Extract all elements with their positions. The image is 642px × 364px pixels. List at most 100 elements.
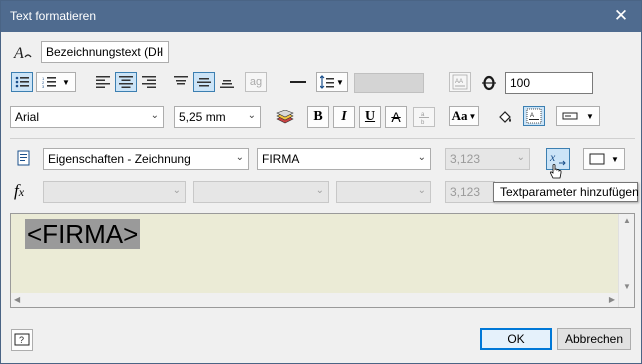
text-case-icon: Aa xyxy=(451,108,468,123)
fill-color-button[interactable] xyxy=(494,107,516,127)
caret-down-icon: ▼ xyxy=(336,77,344,87)
rotate-icon[interactable] xyxy=(480,74,498,92)
tooltip-text: Textparameter hinzufügen xyxy=(500,185,639,199)
scroll-up-icon[interactable]: ▲ xyxy=(623,216,631,225)
text-format-dialog: Text formatieren ✕ A Bezeichnungstext (D… xyxy=(0,0,642,364)
window-title: Text formatieren xyxy=(10,9,97,23)
property-category-value: Eigenschaften - Zeichnung xyxy=(48,152,191,166)
hand-cursor-icon xyxy=(549,164,563,182)
valign-bottom-icon xyxy=(220,80,234,88)
valign-middle-button[interactable] xyxy=(193,72,215,92)
caret-down-icon: ▼ xyxy=(468,111,477,121)
property-category-select[interactable]: Eigenschaften - Zeichnung ⌄ xyxy=(43,148,249,170)
function-select[interactable]: ⌄ xyxy=(193,181,329,203)
percent-input[interactable]: 100 xyxy=(505,72,593,94)
chevron-down-icon: ⌄ xyxy=(150,110,159,121)
precision-value: 3,123 xyxy=(450,152,481,166)
svg-text:A: A xyxy=(530,113,534,119)
function-category-select[interactable]: ⌄ xyxy=(43,181,186,203)
align-left-icon xyxy=(96,76,110,88)
italic-button[interactable]: I xyxy=(333,106,355,128)
font-size-select[interactable]: 5,25 mm ⌄ xyxy=(174,106,261,128)
tooltip: Textparameter hinzufügen xyxy=(493,182,639,202)
cancel-button[interactable]: Abbrechen xyxy=(557,328,631,350)
valign-bottom-button[interactable] xyxy=(216,72,238,92)
property-icon xyxy=(16,150,32,166)
stretch-text-button[interactable]: AA xyxy=(449,72,471,92)
case-dropdown[interactable]: Aa ▼ xyxy=(449,106,479,126)
caret-down-icon: ▼ xyxy=(62,77,70,87)
frame-style-icon xyxy=(589,153,605,165)
chevron-down-icon: ⌄ xyxy=(417,185,426,196)
line-spacing-dropdown[interactable]: ▼ xyxy=(316,72,348,92)
chevron-down-icon: ⌄ xyxy=(172,185,181,196)
scroll-left-icon[interactable]: ◀ xyxy=(14,295,20,304)
line-type-icon xyxy=(562,112,578,120)
scroll-right-icon[interactable]: ▶ xyxy=(609,295,615,304)
line-type-dropdown[interactable]: ▼ xyxy=(556,106,600,126)
svg-text:AA: AA xyxy=(455,79,463,85)
svg-text:?: ? xyxy=(19,335,24,345)
valign-top-icon xyxy=(174,76,188,85)
vertical-scrollbar[interactable]: ▲ ▼ xyxy=(618,214,634,307)
property-select[interactable]: FIRMA ⌄ xyxy=(257,148,431,170)
chevron-down-icon: ⌄ xyxy=(247,110,256,121)
horizontal-scrollbar[interactable]: ◀ ▶ xyxy=(11,293,618,307)
text-style-value: Bezeichnungstext (DII xyxy=(46,45,164,59)
line-spacing-icon xyxy=(320,75,335,89)
help-button[interactable]: ? xyxy=(11,329,33,351)
property-value: FIRMA xyxy=(262,152,300,166)
layers-button[interactable] xyxy=(274,107,296,127)
bold-icon: B xyxy=(313,109,323,124)
function-precision-value: 3,123 xyxy=(450,185,481,199)
align-right-button[interactable] xyxy=(138,72,160,92)
ok-button[interactable]: OK xyxy=(480,328,552,350)
baseline-button[interactable]: ag xyxy=(245,72,267,92)
scroll-down-icon[interactable]: ▼ xyxy=(623,282,631,291)
stack-fraction-button[interactable]: ab xyxy=(413,107,435,127)
underline-button[interactable]: U xyxy=(359,106,381,128)
font-select[interactable]: Arial ⌄ xyxy=(10,106,164,128)
chevron-down-icon: ⌄ xyxy=(235,152,244,163)
bold-button[interactable]: B xyxy=(307,106,329,128)
function-icon: fx xyxy=(14,181,25,200)
numbered-list-icon: 123 xyxy=(42,76,57,88)
baseline-icon: ag xyxy=(249,76,263,88)
align-center-button[interactable] xyxy=(115,72,137,92)
bullet-list-icon xyxy=(15,76,29,88)
function-precision-select[interactable]: 3,123 xyxy=(445,181,495,203)
chevron-down-icon: ⌄ xyxy=(315,185,324,196)
close-icon[interactable]: ✕ xyxy=(611,6,631,26)
strikethrough-button[interactable]: A xyxy=(385,106,407,128)
svg-text:A: A xyxy=(13,45,24,62)
line-icon xyxy=(290,81,306,83)
caret-down-icon: ▼ xyxy=(611,154,619,164)
precision-select[interactable]: 3,123 ⌄ xyxy=(445,148,530,170)
editor-text[interactable]: <FIRMA> xyxy=(25,219,141,249)
text-style-icon: A xyxy=(13,43,33,63)
fraction-icon: ab xyxy=(419,112,429,125)
text-frame-button[interactable]: A xyxy=(523,106,545,126)
bullet-list-button[interactable] xyxy=(11,72,33,92)
valign-middle-icon xyxy=(197,78,211,87)
line-style-button[interactable] xyxy=(287,72,309,92)
text-style-select[interactable]: Bezeichnungstext (DII ⌄ xyxy=(41,41,169,63)
title-bar: Text formatieren ✕ xyxy=(1,1,641,32)
function-parameter-select[interactable]: ⌄ xyxy=(336,181,431,203)
paint-bucket-icon xyxy=(499,111,511,123)
italic-icon: I xyxy=(341,109,347,124)
ok-label: OK xyxy=(507,332,525,346)
strikethrough-icon: A xyxy=(391,109,401,125)
chevron-down-icon: ⌄ xyxy=(155,45,164,56)
percent-value: 100 xyxy=(510,76,531,90)
cancel-label: Abbrechen xyxy=(564,332,624,346)
line-spacing-value xyxy=(354,73,424,93)
help-icon: ? xyxy=(14,333,30,346)
valign-top-button[interactable] xyxy=(170,72,192,92)
frame-style-dropdown[interactable]: ▼ xyxy=(583,148,625,170)
caret-down-icon: ▼ xyxy=(586,111,594,121)
numbered-list-dropdown[interactable]: 123 ▼ xyxy=(36,72,76,92)
separator xyxy=(10,138,635,139)
text-editor[interactable]: <FIRMA> ▲ ▼ ◀ ▶ xyxy=(10,213,635,308)
align-left-button[interactable] xyxy=(92,72,114,92)
